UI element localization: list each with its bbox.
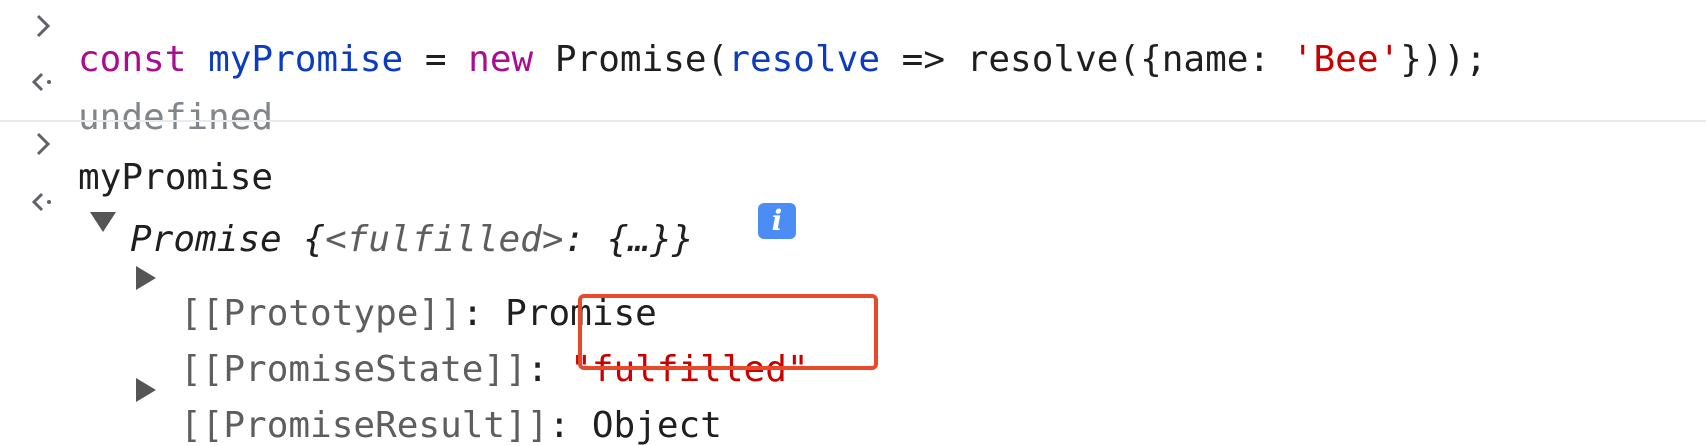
arrow-body: => resolve({name: [880, 39, 1292, 80]
promise-body-rest: : {…}} [563, 219, 694, 260]
keyword-const: const [78, 39, 187, 80]
prop-sep: : [461, 293, 506, 334]
prop-sep: : [548, 405, 592, 446]
console-divider [0, 120, 1706, 122]
prop-value: Object [591, 405, 722, 446]
triangle-right-icon[interactable] [136, 378, 156, 402]
string-literal: 'Bee' [1291, 39, 1401, 80]
prop-key: [[PromiseResult]] [180, 405, 549, 446]
keyword-new: new [468, 39, 534, 80]
constructor-call: Promise( [533, 39, 729, 80]
promise-state-tag: <fulfilled> [325, 219, 564, 260]
highlight-box [578, 294, 878, 370]
info-icon[interactable]: i [758, 203, 796, 239]
triangle-down-icon[interactable] [90, 212, 116, 232]
input-mypromise: myPromise [78, 157, 274, 198]
triangle-right-icon[interactable] [136, 266, 156, 290]
closing-parens: })); [1400, 39, 1487, 80]
promise-label: Promise [130, 219, 282, 260]
assign-operator: = [403, 39, 469, 80]
prop-sep: : [526, 349, 571, 390]
prop-key: [[Prototype]] [180, 293, 462, 334]
prop-row-promise-result[interactable]: [[PromiseResult]]: Object [0, 372, 722, 444]
prop-key: [[PromiseState]] [180, 349, 527, 390]
promise-body-open: { [281, 219, 326, 260]
param-resolve: resolve [728, 39, 880, 80]
promise-object-summary[interactable]: Promise {<fulfilled>: {…}} [0, 186, 694, 258]
variable-name: myPromise [208, 39, 404, 80]
result-undefined: undefined [78, 97, 274, 138]
